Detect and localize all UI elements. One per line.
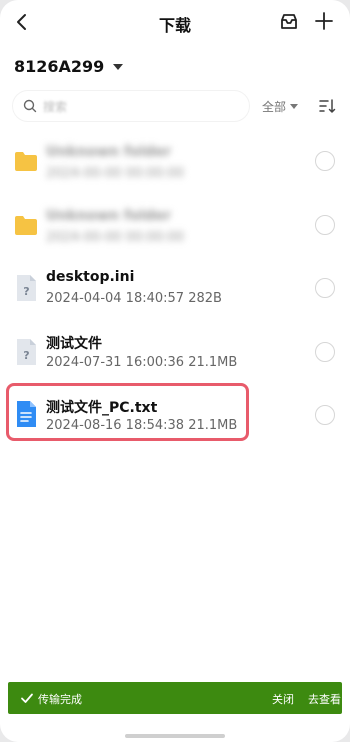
sort-button[interactable] <box>318 97 338 117</box>
select-radio[interactable] <box>315 405 335 425</box>
sort-icon <box>319 99 336 113</box>
phone-screen: 下载 8126A299 搜索 全部 Unknown folder 2024-00… <box>0 0 350 742</box>
chevron-down-icon <box>290 104 299 109</box>
file-meta: 2024-04-04 18:40:57 282B <box>46 291 222 306</box>
unknown-file-icon: ? <box>17 339 36 365</box>
file-meta: 2024-00-00 00:00:00 <box>46 230 185 245</box>
file-meta: 2024-00-00 00:00:00 <box>46 166 185 181</box>
search-input[interactable]: 搜索 <box>12 90 250 122</box>
file-name: Unknown folder <box>46 144 171 160</box>
select-radio[interactable] <box>315 151 335 171</box>
add-button[interactable] <box>313 10 337 34</box>
filter-dropdown[interactable]: 全部 <box>262 98 299 115</box>
file-name: Unknown folder <box>46 208 171 224</box>
device-name: 8126A299 <box>14 56 105 76</box>
list-item[interactable]: Unknown folder 2024-00-00 00:00:00 <box>0 194 350 258</box>
svg-text:?: ? <box>23 349 29 362</box>
filter-label: 全部 <box>262 100 287 114</box>
unknown-file-icon: ? <box>17 275 36 301</box>
list-item[interactable]: ? 测试文件 2024-07-31 16:00:36 21.1MB <box>0 322 350 386</box>
search-placeholder: 搜索 <box>43 99 68 114</box>
list-item[interactable]: ? desktop.ini 2024-04-04 18:40:57 282B <box>0 258 350 322</box>
file-meta: 2024-07-31 16:00:36 21.1MB <box>46 355 238 370</box>
select-radio[interactable] <box>315 215 335 235</box>
top-bar: 下载 <box>0 0 350 44</box>
toast-message: 传输完成 <box>38 693 82 706</box>
folder-icon <box>15 152 37 171</box>
select-radio[interactable] <box>315 342 335 362</box>
transfer-tray-button[interactable] <box>278 11 302 35</box>
plus-icon <box>315 12 333 30</box>
chevron-down-icon <box>113 64 124 70</box>
toast-view-button[interactable]: 去查看 <box>308 691 341 707</box>
inbox-icon <box>281 14 297 29</box>
file-name: 测试文件 <box>46 336 102 352</box>
home-indicator <box>125 734 225 738</box>
check-icon <box>21 693 33 703</box>
select-radio[interactable] <box>315 278 335 298</box>
toast-close-button[interactable]: 关闭 <box>272 691 294 707</box>
folder-icon <box>15 216 37 235</box>
highlight-frame <box>6 383 249 441</box>
file-name: desktop.ini <box>46 269 135 285</box>
device-selector[interactable]: 8126A299 <box>14 54 124 78</box>
transfer-complete-toast: 传输完成 关闭 去查看 <box>8 682 342 714</box>
search-icon <box>23 99 37 113</box>
list-item[interactable]: Unknown folder 2024-00-00 00:00:00 <box>0 130 350 194</box>
svg-text:?: ? <box>23 285 29 298</box>
